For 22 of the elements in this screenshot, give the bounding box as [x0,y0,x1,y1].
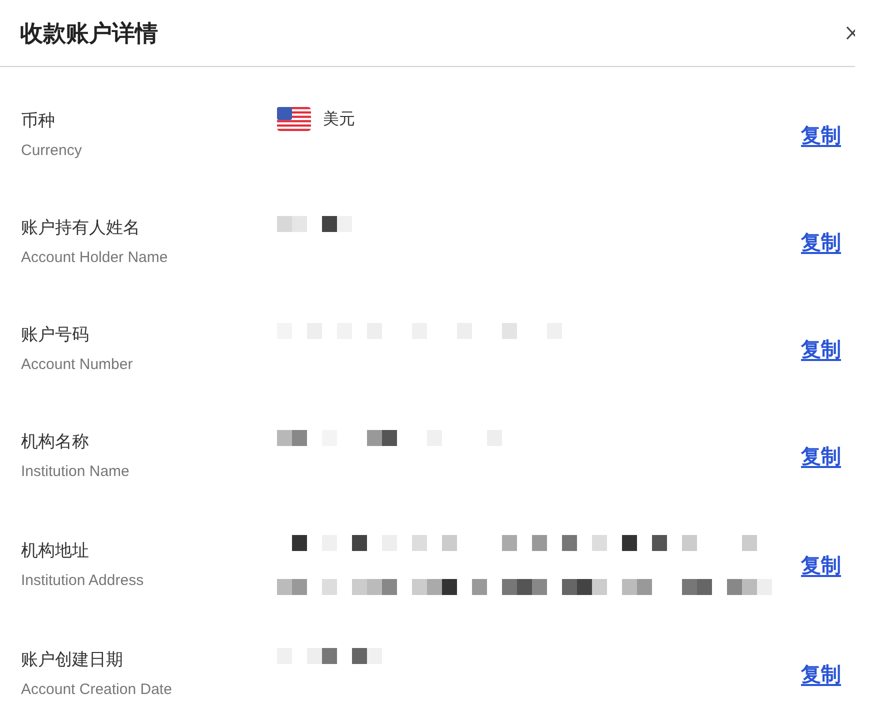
field-label: 账户持有人姓名 [21,218,141,238]
copy-link[interactable]: 复制 [801,660,855,688]
field-label: 币种 [21,110,56,130]
copy-link[interactable]: 复制 [801,336,855,362]
dialog-title: 收款账户详情 [20,18,158,48]
field-label: 机构地址 [21,540,90,560]
flag-icon [277,107,311,131]
copy-link[interactable]: 复制 [801,552,855,578]
field-label-english: Account Creation Date [21,680,173,698]
currency-value: 美元 [323,110,355,130]
copy-link[interactable]: 复制 [801,228,855,256]
field-label-english: Account Holder Name [21,248,169,266]
field-label-english: Institution Address [21,572,145,590]
field-label: 账户创建日期 [21,650,124,670]
copy-link[interactable]: 复制 [801,442,855,470]
field-label-english: Currency [21,142,83,160]
field-label-english: Account Number [21,356,134,374]
close-icon[interactable] [846,25,855,41]
copy-link[interactable]: 复制 [801,122,855,148]
field-label: 账户号码 [21,324,90,344]
field-label-english: Institution Name [21,462,130,480]
field-label: 机构名称 [21,432,90,452]
